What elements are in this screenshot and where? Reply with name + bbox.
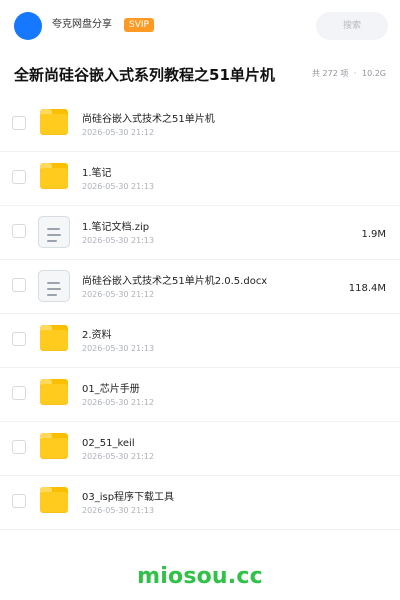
row-checkbox[interactable]: [12, 278, 26, 292]
watermark-footer: miosou.cc: [0, 546, 400, 600]
file-time: 2026-05-30 21:12: [82, 128, 155, 137]
row-checkbox[interactable]: [12, 170, 26, 184]
user-avatar[interactable]: [14, 12, 42, 40]
file-time: 2026-05-30 21:13: [82, 344, 155, 353]
file-row[interactable]: 1.笔记 2026-05-30 21:13: [0, 152, 400, 206]
file-time: 2026-05-30 21:13: [82, 506, 155, 515]
search-input[interactable]: 搜索: [316, 12, 388, 40]
file-row[interactable]: 2.资料 2026-05-30 21:13: [0, 314, 400, 368]
row-checkbox[interactable]: [12, 224, 26, 238]
file-name[interactable]: 尚硅谷嵌入式技术之51单片机: [82, 113, 332, 126]
item-count: 共 272 项: [311, 69, 349, 78]
folder-title-row: 全新尚硅谷嵌入式系列教程之51单片机 共 272 项 · 10.2G: [0, 52, 400, 99]
folder-title: 全新尚硅谷嵌入式系列教程之51单片机: [14, 66, 275, 84]
file-list: 尚硅谷嵌入式技术之51单片机 2026-05-30 21:12 1.笔记 202…: [0, 98, 400, 546]
row-checkbox[interactable]: [12, 494, 26, 508]
site-watermark: miosou.cc: [137, 564, 263, 589]
row-checkbox[interactable]: [12, 440, 26, 454]
row-checkbox[interactable]: [12, 332, 26, 346]
row-checkbox[interactable]: [12, 116, 26, 130]
document-icon: [38, 270, 70, 302]
meta-separator: ·: [353, 69, 357, 78]
total-size: 10.2G: [361, 69, 386, 78]
file-size: 118.4M: [348, 283, 386, 294]
file-time: 2026-05-30 21:12: [82, 452, 155, 461]
file-name[interactable]: 尚硅谷嵌入式技术之51单片机2.0.5.docx: [82, 275, 332, 288]
file-name[interactable]: 03_isp程序下载工具: [82, 491, 332, 504]
file-row[interactable]: 01_芯片手册 2026-05-30 21:12: [0, 368, 400, 422]
folder-icon: [40, 487, 68, 515]
file-row[interactable]: 03_isp程序下载工具 2026-05-30 21:13: [0, 476, 400, 530]
folder-icon: [40, 163, 68, 191]
folder-icon: [40, 109, 68, 137]
file-time: 2026-05-30 21:13: [82, 182, 155, 191]
file-time: 2026-05-30 21:12: [82, 290, 155, 299]
file-row[interactable]: 尚硅谷嵌入式技术之51单片机2.0.5.docx 2026-05-30 21:1…: [0, 260, 400, 314]
folder-icon: [40, 379, 68, 407]
top-header: 夸克网盘分享 SVIP 搜索: [0, 0, 400, 53]
file-name[interactable]: 02_51_keil: [82, 437, 332, 450]
file-time: 2026-05-30 21:13: [82, 236, 155, 245]
file-row[interactable]: 尚硅谷嵌入式技术之51单片机 2026-05-30 21:12: [0, 98, 400, 152]
file-name[interactable]: 1.笔记文档.zip: [82, 221, 332, 234]
file-size: 1.9M: [361, 229, 386, 240]
svip-badge: SVIP: [124, 18, 154, 32]
file-row[interactable]: 1.笔记文档.zip 2026-05-30 21:13 1.9M: [0, 206, 400, 260]
file-time: 2026-05-30 21:12: [82, 398, 155, 407]
share-page: 夸克网盘分享 SVIP 搜索 全新尚硅谷嵌入式系列教程之51单片机 共 272 …: [0, 0, 400, 600]
document-icon: [38, 216, 70, 248]
share-username[interactable]: 夸克网盘分享: [52, 18, 112, 32]
row-checkbox[interactable]: [12, 386, 26, 400]
folder-icon: [40, 433, 68, 461]
file-name[interactable]: 1.笔记: [82, 167, 332, 180]
folder-icon: [40, 325, 68, 353]
file-row[interactable]: 02_51_keil 2026-05-30 21:12: [0, 422, 400, 476]
folder-meta: 共 272 项 · 10.2G: [312, 68, 386, 80]
file-name[interactable]: 01_芯片手册: [82, 383, 332, 396]
file-name[interactable]: 2.资料: [82, 329, 332, 342]
